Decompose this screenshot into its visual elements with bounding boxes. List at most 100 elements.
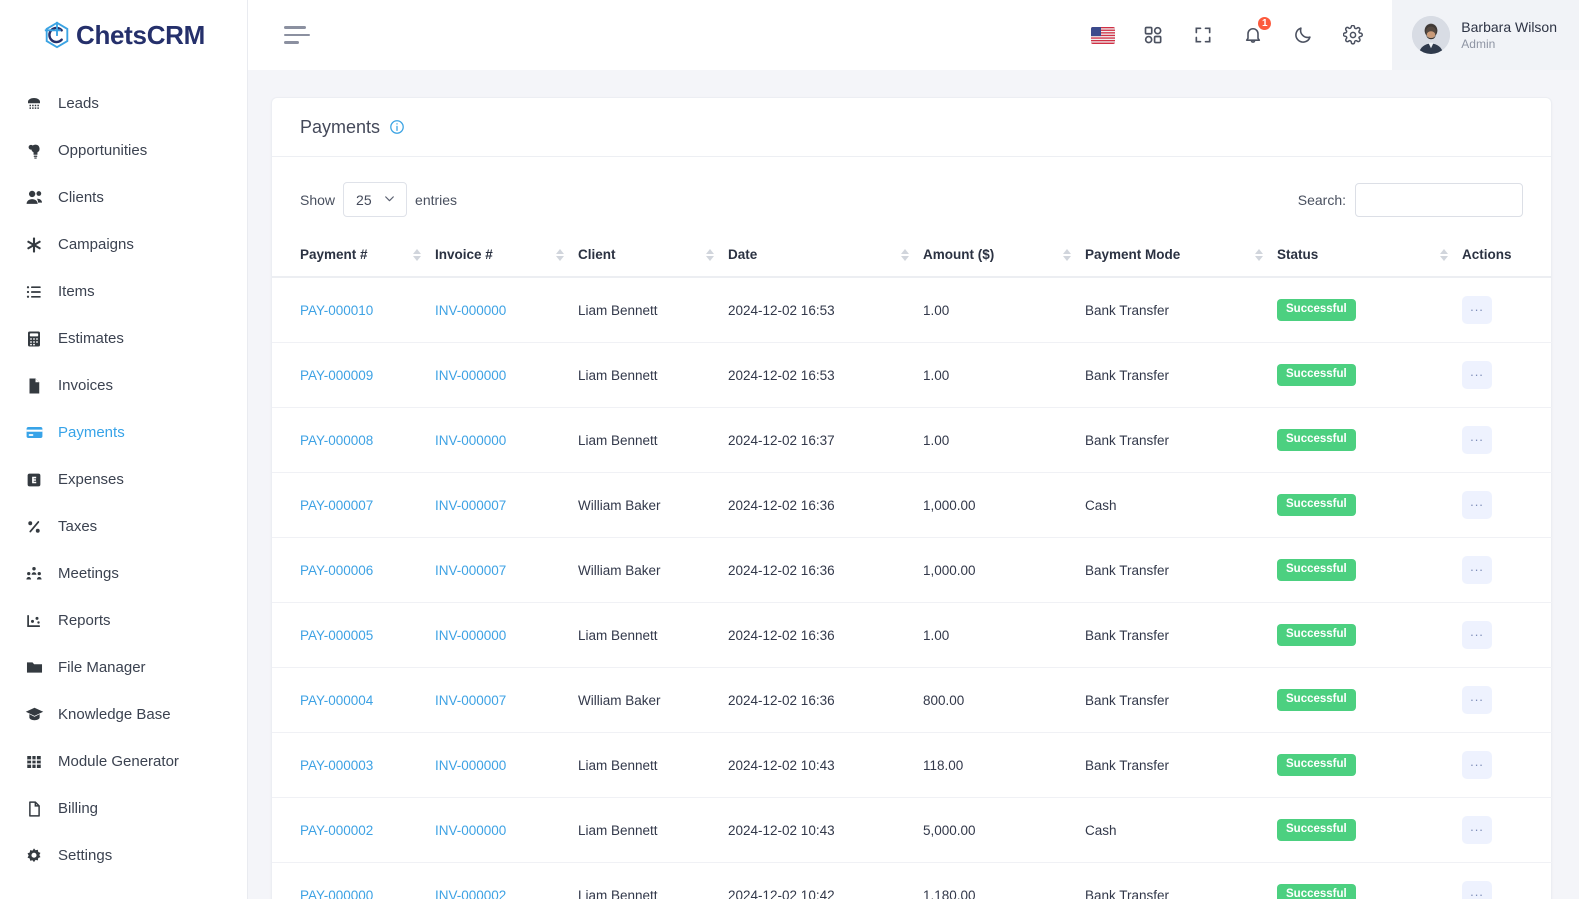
invoice-link[interactable]: INV-000000	[435, 823, 506, 838]
cell-payment-mode: Bank Transfer	[1085, 537, 1277, 603]
row-actions-button[interactable]: ...	[1462, 881, 1492, 899]
sidebar-item-estimates[interactable]: Estimates	[0, 315, 247, 362]
payment-link[interactable]: PAY-000006	[300, 563, 373, 578]
payment-link[interactable]: PAY-000000	[300, 888, 373, 899]
search-input[interactable]	[1355, 182, 1523, 217]
sidebar-item-opportunities[interactable]: Opportunities	[0, 127, 247, 174]
cell-amount: 5,000.00	[923, 797, 1085, 863]
column-label: Payment Mode	[1085, 247, 1181, 262]
sidebar-item-invoices[interactable]: Invoices	[0, 362, 247, 409]
cell-amount: 1.00	[923, 407, 1085, 473]
sidebar-item-clients[interactable]: Clients	[0, 174, 247, 221]
row-actions-button[interactable]: ...	[1462, 686, 1492, 714]
fullscreen-icon[interactable]	[1190, 22, 1216, 48]
column-header-client[interactable]: Client	[578, 233, 728, 278]
dark-mode-moon-icon[interactable]	[1290, 22, 1316, 48]
table-row: PAY-000005 INV-000000 Liam Bennett 2024-12-…	[272, 602, 1552, 668]
payment-link[interactable]: PAY-000010	[300, 303, 373, 318]
row-actions-button[interactable]: ...	[1462, 426, 1492, 454]
sidebar-item-items[interactable]: Items	[0, 268, 247, 315]
row-actions-button[interactable]: ...	[1462, 296, 1492, 324]
hamburger-icon[interactable]	[284, 25, 310, 45]
cell-invoice-number: INV-000000	[435, 407, 578, 473]
row-actions-button[interactable]: ...	[1462, 491, 1492, 519]
sidebar-item-label: Expenses	[58, 471, 124, 488]
sidebar-item-settings[interactable]: Settings	[0, 832, 247, 879]
language-flag-icon[interactable]	[1090, 22, 1116, 48]
cell-client: Liam Bennett	[578, 602, 728, 668]
sort-icon[interactable]	[1063, 248, 1071, 261]
payment-link[interactable]: PAY-000004	[300, 693, 373, 708]
invoice-link[interactable]: INV-000007	[435, 693, 506, 708]
row-actions-button[interactable]: ...	[1462, 361, 1492, 389]
row-actions-button[interactable]: ...	[1462, 751, 1492, 779]
settings-gear-icon[interactable]	[1340, 22, 1366, 48]
invoice-link[interactable]: INV-000000	[435, 303, 506, 318]
cell-client: Liam Bennett	[578, 732, 728, 798]
sidebar-item-expenses[interactable]: Expenses	[0, 456, 247, 503]
invoice-link[interactable]: INV-000000	[435, 368, 506, 383]
expense-icon	[24, 470, 44, 490]
sort-icon[interactable]	[901, 248, 909, 261]
cell-payment-number: PAY-000002	[272, 797, 435, 863]
cell-actions: ...	[1462, 797, 1552, 863]
percent-icon	[24, 517, 44, 537]
user-profile-menu[interactable]: Barbara Wilson Admin	[1392, 0, 1579, 70]
cell-client: Liam Bennett	[578, 342, 728, 408]
people-icon	[24, 564, 44, 584]
column-label: Payment #	[300, 247, 368, 262]
column-header-status[interactable]: Status	[1277, 233, 1462, 278]
page-size-select[interactable]: 25	[343, 182, 408, 217]
row-actions-button[interactable]: ...	[1462, 621, 1492, 649]
invoice-link[interactable]: INV-000000	[435, 628, 506, 643]
info-circle-icon[interactable]	[389, 119, 405, 135]
sort-icon[interactable]	[556, 248, 564, 261]
sidebar-item-meetings[interactable]: Meetings	[0, 550, 247, 597]
sidebar-item-label: Taxes	[58, 518, 98, 535]
column-header-date[interactable]: Date	[728, 233, 923, 278]
payment-link[interactable]: PAY-000007	[300, 498, 373, 513]
invoice-link[interactable]: INV-000007	[435, 563, 506, 578]
invoice-link[interactable]: INV-000007	[435, 498, 506, 513]
credit-card-icon	[24, 423, 44, 443]
row-actions-button[interactable]: ...	[1462, 816, 1492, 844]
column-header-payment[interactable]: Payment #	[272, 233, 435, 278]
row-actions-button[interactable]: ...	[1462, 556, 1492, 584]
sidebar-item-file-manager[interactable]: File Manager	[0, 644, 247, 691]
sidebar-item-knowledge-base[interactable]: Knowledge Base	[0, 691, 247, 738]
sidebar-item-reports[interactable]: Reports	[0, 597, 247, 644]
sort-icon[interactable]	[706, 248, 714, 261]
sidebar-item-label: Items	[58, 283, 95, 300]
sidebar-item-payments[interactable]: Payments	[0, 409, 247, 456]
status-badge: Successful	[1277, 299, 1356, 321]
invoice-link[interactable]: INV-000000	[435, 758, 506, 773]
payment-link[interactable]: PAY-000005	[300, 628, 373, 643]
content-area: Payments Show 25 entries Search: Payment…	[248, 70, 1579, 899]
brand-logo-area[interactable]: ChetsCRM	[0, 0, 247, 70]
notifications-bell-icon[interactable]: 1	[1240, 15, 1274, 48]
invoice-link[interactable]: INV-000002	[435, 888, 506, 899]
invoice-link[interactable]: INV-000000	[435, 433, 506, 448]
column-header-amount[interactable]: Amount ($)	[923, 233, 1085, 278]
column-header-payment-mode[interactable]: Payment Mode	[1085, 233, 1277, 278]
payment-link[interactable]: PAY-000009	[300, 368, 373, 383]
sidebar-item-label: Billing	[58, 800, 99, 817]
cell-amount: 1,000.00	[923, 537, 1085, 603]
sort-icon[interactable]	[1440, 248, 1448, 261]
phone-icon	[24, 94, 44, 114]
column-header-invoice[interactable]: Invoice #	[435, 233, 578, 278]
sidebar-item-taxes[interactable]: Taxes	[0, 503, 247, 550]
sort-icon[interactable]	[1255, 248, 1263, 261]
cell-date: 2024-12-02 16:36	[728, 537, 923, 603]
sidebar-item-leads[interactable]: Leads	[0, 80, 247, 127]
sidebar-item-billing[interactable]: Billing	[0, 785, 247, 832]
sidebar-item-module-generator[interactable]: Module Generator	[0, 738, 247, 785]
cell-date: 2024-12-02 16:53	[728, 277, 923, 343]
apps-grid-icon[interactable]	[1140, 22, 1166, 48]
payment-link[interactable]: PAY-000003	[300, 758, 373, 773]
cell-invoice-number: INV-000000	[435, 732, 578, 798]
payment-link[interactable]: PAY-000008	[300, 433, 373, 448]
sort-icon[interactable]	[413, 248, 421, 261]
sidebar-item-campaigns[interactable]: Campaigns	[0, 221, 247, 268]
payment-link[interactable]: PAY-000002	[300, 823, 373, 838]
